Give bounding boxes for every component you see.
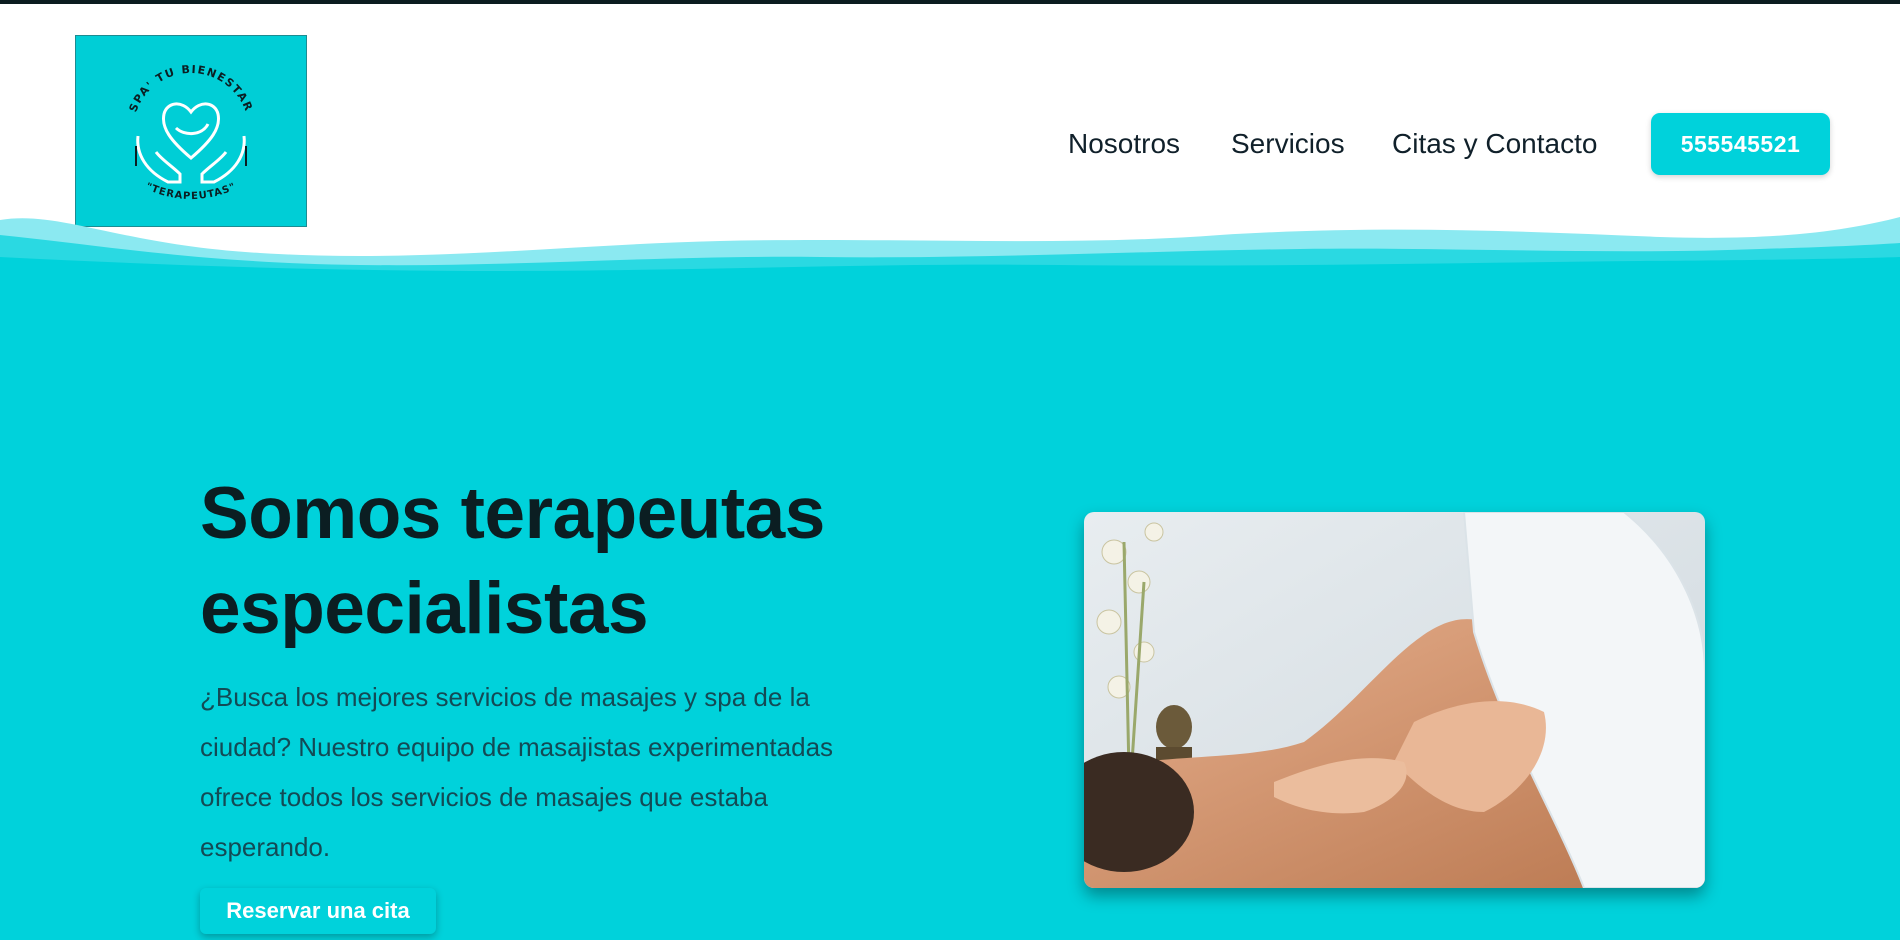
heart-in-hands-icon: SPA' TU BIENESTAR "TERAPEUTAS"	[127, 63, 256, 202]
nav-servicios[interactable]: Servicios	[1231, 122, 1345, 166]
logo-text-bottom: "TERAPEUTAS"	[144, 181, 237, 202]
header-wave-divider	[0, 217, 1900, 295]
hero-title: Somos terapeutas especialistas	[200, 473, 825, 649]
nav-nosotros[interactable]: Nosotros	[1068, 122, 1180, 166]
nav-citas-contacto[interactable]: Citas y Contacto	[1392, 122, 1597, 166]
logo-text-top: SPA' TU BIENESTAR	[127, 63, 254, 114]
svg-text:SPA' TU BIENESTAR: SPA' TU BIENESTAR	[127, 63, 256, 114]
massage-photo	[1084, 512, 1705, 888]
svg-text:"TERAPEUTAS": "TERAPEUTAS"	[144, 181, 238, 202]
reservar-cita-button[interactable]: Reservar una cita	[200, 888, 436, 934]
phone-button[interactable]: 555545521	[1651, 113, 1830, 175]
site-logo[interactable]: SPA' TU BIENESTAR "TERAPEUTAS"	[75, 35, 307, 227]
hero-description: ¿Busca los mejores servicios de masajes …	[200, 682, 834, 862]
